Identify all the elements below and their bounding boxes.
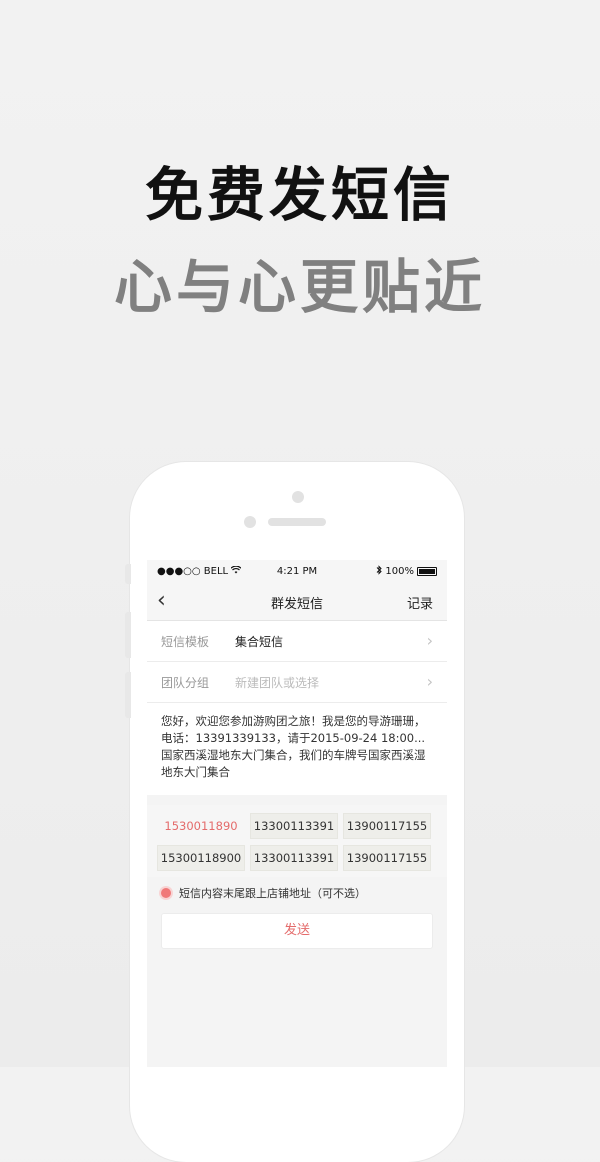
phone-number-chip[interactable]: 13300113391 (250, 845, 338, 871)
phone-number-chip[interactable]: 15300118900 (157, 845, 245, 871)
group-row[interactable]: 团队分组 新建团队或选择 › (147, 662, 447, 703)
address-option[interactable]: 短信内容末尾跟上店铺地址（可不选） (147, 877, 447, 909)
carrier-signal: ●●●○○ BELL (157, 565, 229, 577)
promo-headline-primary: 免费发短信 (144, 161, 455, 229)
sms-form: 短信模板 集合短信 › 团队分组 新建团队或选择 › 您好，欢迎您参加游购团之旅… (147, 621, 447, 795)
send-button[interactable]: 发送 (161, 913, 433, 949)
status-time: 4:21 PM (276, 565, 318, 577)
phone-volume-up (125, 612, 131, 658)
phone-mute-switch (125, 564, 131, 584)
battery-icon (416, 566, 437, 576)
template-label: 短信模板 (161, 634, 210, 649)
template-row[interactable]: 短信模板 集合短信 › (147, 621, 447, 662)
status-bar: ●●●○○ BELL 4:21 PM 100% (147, 560, 447, 582)
nav-bar: ‹ 群发短信 记录 (147, 582, 447, 621)
phone-number-chip[interactable]: 13900117155 (343, 813, 431, 839)
phone-screen: ●●●○○ BELL 4:21 PM 100% ‹ 群发短信 记录 短信模板 集… (147, 560, 447, 1067)
bluetooth-icon (376, 564, 383, 578)
phone-number-chip[interactable]: 1530011890 (157, 813, 245, 839)
template-value: 集合短信 (235, 634, 284, 649)
wifi-icon (230, 565, 242, 577)
page-title: 群发短信 (270, 597, 323, 612)
address-option-label: 短信内容末尾跟上店铺地址（可不选） (179, 887, 366, 900)
promo-headline-secondary: 心与心更贴近 (113, 253, 486, 321)
chevron-right-icon: › (426, 631, 433, 650)
phone-sensor (244, 516, 256, 528)
phone-camera (292, 491, 304, 503)
group-placeholder: 新建团队或选择 (235, 675, 320, 690)
phone-volume-down (125, 672, 131, 718)
recipient-numbers: 1530011890 13300113391 13900117155 15300118… (147, 805, 447, 877)
message-text[interactable]: 您好，欢迎您参加游购团之旅！我是您的导游珊珊，电话：13391339133，请于… (147, 703, 447, 795)
radio-icon[interactable] (161, 888, 171, 898)
phone-number-chip[interactable]: 13900117155 (343, 845, 431, 871)
group-label: 团队分组 (161, 675, 210, 690)
phone-number-chip[interactable]: 13300113391 (250, 813, 338, 839)
record-button[interactable]: 记录 (407, 593, 433, 612)
phone-speaker (268, 518, 326, 526)
chevron-right-icon: › (426, 672, 433, 691)
battery-percent: 100% (385, 565, 414, 577)
